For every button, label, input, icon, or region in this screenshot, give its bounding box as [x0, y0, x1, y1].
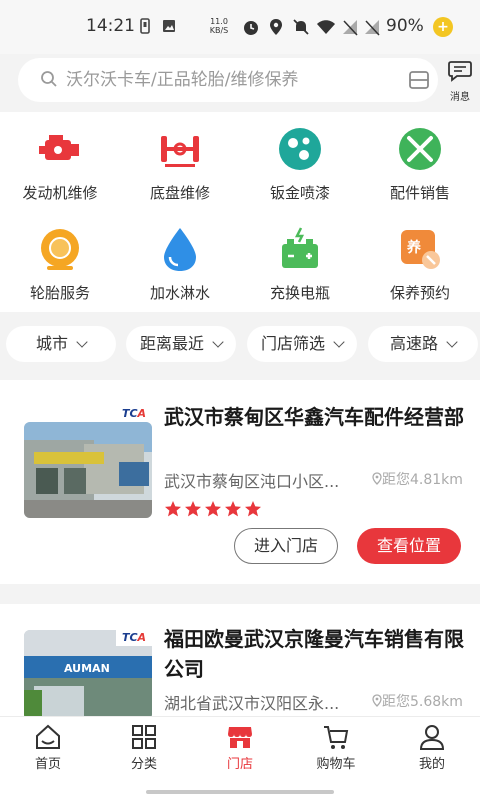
filter-store[interactable]: 门店筛选 — [247, 326, 357, 362]
category-parts-sales[interactable]: 配件销售 — [360, 112, 480, 208]
chevron-down-icon — [446, 336, 458, 348]
battery-percent: 90% — [386, 16, 424, 36]
search-input[interactable] — [66, 66, 376, 94]
category-label: 保养预约 — [389, 284, 450, 302]
search-bar[interactable] — [18, 58, 438, 102]
alarm-icon — [244, 21, 258, 35]
category-water-refill[interactable]: 加水淋水 — [120, 212, 240, 308]
cart-icon — [324, 726, 349, 749]
chassis-icon — [161, 136, 199, 167]
gesture-bar — [0, 782, 480, 800]
tire-icon — [41, 229, 79, 270]
store-icon — [228, 727, 252, 748]
category-label: 底盘维修 — [149, 184, 210, 202]
parts-icon — [399, 128, 441, 170]
scan-icon[interactable] — [408, 69, 430, 91]
tab-label: 首页 — [34, 757, 61, 772]
category-engine-repair[interactable]: 发动机维修 — [0, 112, 120, 208]
store-distance: 距您4.81km — [372, 469, 468, 489]
category-label: 轮胎服务 — [29, 284, 90, 302]
filter-bar: 城市 距离最近 门店筛选 高速路 — [0, 320, 480, 370]
location-status-icon — [270, 19, 282, 35]
star-icons — [165, 501, 261, 517]
category-sheet-metal-paint[interactable]: 钣金喷漆 — [240, 112, 360, 208]
filter-city[interactable]: 城市 — [6, 326, 116, 362]
star-rating — [164, 500, 266, 522]
category-label: 加水淋水 — [149, 284, 210, 302]
tab-category[interactable]: 分类 — [96, 723, 192, 772]
message-button[interactable]: 消息 — [446, 60, 474, 103]
water-drop-icon — [164, 228, 196, 271]
tab-label: 门店 — [226, 757, 253, 772]
filter-highway[interactable]: 高速路 — [368, 326, 478, 362]
chevron-down-icon — [333, 336, 345, 348]
view-location-button[interactable]: 查看位置 — [357, 528, 461, 564]
phone-icon — [140, 18, 150, 34]
store-card[interactable]: TCA 武汉市蔡甸区华鑫汽车配件经营部 武汉市蔡甸区沌口小区... 距您4.81… — [0, 380, 480, 584]
search-icon — [41, 71, 57, 87]
category-label: 发动机维修 — [22, 184, 98, 202]
svg-text:养: 养 — [406, 239, 422, 256]
battery-icon — [282, 227, 318, 268]
tab-label: 购物车 — [316, 757, 356, 772]
maintenance-icon: 养 — [401, 230, 440, 269]
tab-label: 分类 — [130, 757, 157, 772]
category-battery-swap[interactable]: 充换电瓶 — [240, 212, 360, 308]
tca-badge: TCA — [116, 406, 152, 422]
message-icon — [448, 61, 472, 82]
network-speed: 11.0 KB/S — [209, 17, 229, 35]
store-address: 武汉市蔡甸区沌口小区... — [164, 472, 340, 491]
category-tire-service[interactable]: 轮胎服务 — [0, 212, 120, 308]
wifi-icon — [317, 20, 335, 34]
filter-label: 城市 — [35, 334, 68, 353]
category-chassis-repair[interactable]: 底盘维修 — [120, 112, 240, 208]
mute-bell-icon — [293, 19, 309, 35]
category-label: 钣金喷漆 — [269, 184, 330, 202]
category-maintenance-booking[interactable]: 养 保养预约 — [360, 212, 480, 308]
status-time: 14:21 — [86, 16, 135, 36]
home-indicator[interactable] — [146, 790, 334, 794]
battery-saver-icon: + — [433, 17, 453, 37]
no-signal-icon — [343, 20, 358, 36]
filter-label: 距离最近 — [139, 334, 204, 353]
paint-icon — [279, 128, 321, 170]
store-name[interactable]: 福田欧曼武汉京隆曼汽车销售有限公司 — [164, 624, 464, 684]
bottom-tab-bar: 首页 分类 门店 购物车 我的 — [0, 716, 480, 782]
category-label: 充换电瓶 — [269, 284, 330, 302]
store-photo — [24, 422, 152, 518]
home-icon — [36, 724, 60, 749]
status-bar: 14:21 11.0 KB/S 90% + — [0, 0, 480, 54]
filter-label: 门店筛选 — [260, 334, 325, 353]
tab-home[interactable]: 首页 — [0, 723, 96, 772]
chevron-down-icon — [76, 336, 88, 348]
category-label: 配件销售 — [389, 184, 450, 202]
tab-profile[interactable]: 我的 — [384, 723, 480, 772]
chevron-down-icon — [212, 336, 224, 348]
filter-distance[interactable]: 距离最近 — [126, 326, 236, 362]
filter-label: 高速路 — [389, 334, 438, 353]
tca-badge: TCA — [116, 630, 152, 646]
tab-label: 我的 — [418, 757, 445, 772]
svg-text:AUMAN: AUMAN — [64, 662, 110, 675]
location-pin-icon — [372, 472, 382, 485]
message-label: 消息 — [450, 92, 470, 103]
profile-icon — [419, 725, 445, 750]
no-signal-icon-2 — [365, 20, 380, 36]
engine-icon — [39, 135, 79, 160]
image-icon — [163, 20, 175, 32]
store-address: 湖北省武汉市汉阳区永... — [164, 694, 340, 713]
tab-cart[interactable]: 购物车 — [288, 723, 384, 772]
store-name[interactable]: 武汉市蔡甸区华鑫汽车配件经营部 — [164, 402, 464, 432]
category-icon — [132, 725, 156, 749]
location-pin-icon — [372, 694, 382, 707]
category-grid: 发动机维修 底盘维修 钣金喷漆 配件销售 轮胎服务 加水淋水 充换电瓶 养 保养… — [0, 112, 480, 312]
store-card[interactable]: AUMAN TCA 福田欧曼武汉京隆曼汽车销售有限公司 湖北省武汉市汉阳区永..… — [0, 604, 480, 716]
enter-store-button[interactable]: 进入门店 — [234, 528, 338, 564]
tab-store[interactable]: 门店 — [192, 723, 288, 772]
store-distance: 距您5.68km — [372, 691, 468, 711]
